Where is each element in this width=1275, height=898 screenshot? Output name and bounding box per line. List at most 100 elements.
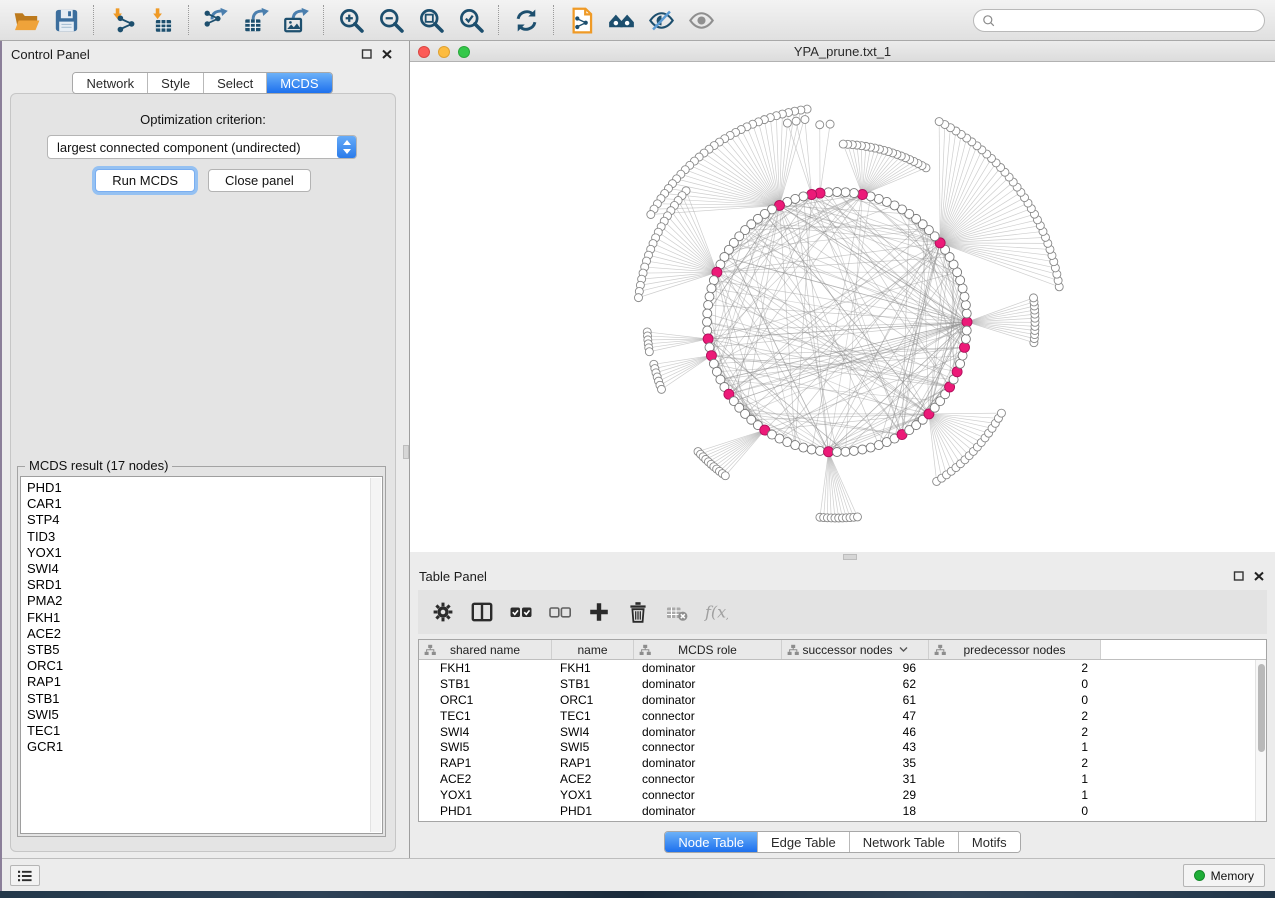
horizontal-splitter[interactable] [410, 552, 1275, 563]
table-row[interactable]: FKH1FKH1dominator962 [419, 660, 1266, 676]
mcds-result-item[interactable]: RAP1 [27, 674, 382, 690]
graph-node[interactable] [961, 334, 970, 343]
network-file-button[interactable] [566, 5, 596, 35]
zoom-fit-button[interactable] [416, 5, 446, 35]
mcds-result-item[interactable]: CAR1 [27, 496, 382, 512]
mcds-result-item[interactable]: SRD1 [27, 577, 382, 593]
criterion-select[interactable]: largest connected component (undirected) [47, 135, 357, 159]
export-image-button[interactable] [281, 5, 311, 35]
graph-node[interactable] [833, 448, 842, 457]
graph-hub-node[interactable] [703, 334, 713, 344]
column-layout-button[interactable] [469, 599, 495, 625]
table-row[interactable]: YOX1YOX1connector291 [419, 787, 1266, 803]
delete-row-button[interactable] [625, 599, 651, 625]
graph-node[interactable] [849, 189, 858, 198]
mcds-result-item[interactable]: YOX1 [27, 545, 382, 561]
graph-node[interactable] [791, 441, 800, 450]
graph-node[interactable] [799, 443, 808, 452]
mcds-result-item[interactable]: PHD1 [27, 480, 382, 496]
graph-node[interactable] [961, 301, 970, 310]
graph-leaf-node[interactable] [997, 409, 1005, 417]
search-network-button[interactable] [606, 5, 636, 35]
table-row[interactable]: TEC1TEC1connector472 [419, 708, 1266, 724]
mcds-result-item[interactable]: STB5 [27, 642, 382, 658]
search-text[interactable] [997, 14, 1264, 28]
column-header-MCDS-role[interactable]: MCDS role [634, 640, 782, 659]
graph-leaf-node[interactable] [645, 348, 653, 356]
column-header-name[interactable]: name [552, 640, 634, 659]
mcds-result-item[interactable]: STB1 [27, 691, 382, 707]
graph-leaf-node[interactable] [634, 294, 642, 302]
float-panel-icon[interactable] [361, 48, 373, 60]
mcds-result-item[interactable]: TID3 [27, 529, 382, 545]
graph-node[interactable] [956, 359, 965, 368]
mcds-result-item[interactable]: ORC1 [27, 658, 382, 674]
mcds-result-item[interactable]: SWI4 [27, 561, 382, 577]
graph-leaf-node[interactable] [792, 117, 800, 125]
select-all-rows-button[interactable] [508, 599, 534, 625]
graph-leaf-node[interactable] [816, 121, 824, 129]
column-header-shared-name[interactable]: shared name [419, 640, 552, 659]
graph-node[interactable] [704, 301, 713, 310]
memory-button[interactable]: Memory [1183, 864, 1265, 887]
mcds-result-item[interactable]: STP4 [27, 512, 382, 528]
add-row-button[interactable] [586, 599, 612, 625]
import-table-button[interactable] [146, 5, 176, 35]
graph-node[interactable] [705, 292, 714, 301]
tab-style[interactable]: Style [148, 73, 204, 93]
zoom-selected-button[interactable] [456, 5, 486, 35]
column-header-successor-nodes[interactable]: successor nodes [782, 640, 929, 659]
graph-hub-node[interactable] [807, 189, 817, 199]
import-network-button[interactable] [106, 5, 136, 35]
graph-node[interactable] [866, 443, 875, 452]
close-panel-icon[interactable] [1253, 570, 1265, 582]
graph-node[interactable] [958, 284, 967, 293]
graph-node[interactable] [709, 276, 718, 285]
task-history-button[interactable] [10, 865, 40, 886]
mcds-result-item[interactable]: GCR1 [27, 739, 382, 755]
graph-node[interactable] [962, 326, 971, 335]
network-titlebar[interactable]: YPA_prune.txt_1 [410, 41, 1275, 62]
graph-node[interactable] [703, 318, 712, 327]
table-scrollbar[interactable] [1255, 660, 1266, 821]
graph-node[interactable] [841, 188, 850, 197]
scrollbar-thumb[interactable] [1258, 664, 1265, 752]
graph-leaf-node[interactable] [647, 211, 655, 219]
column-header-predecessor-nodes[interactable]: predecessor nodes [929, 640, 1101, 659]
graph-leaf-node[interactable] [1030, 294, 1038, 302]
mcds-result-item[interactable]: SWI5 [27, 707, 382, 723]
graph-leaf-node[interactable] [801, 116, 809, 124]
table-row[interactable]: ACE2ACE2connector311 [419, 771, 1266, 787]
search-input[interactable] [973, 9, 1265, 32]
network-canvas[interactable] [410, 62, 1275, 552]
table-row[interactable]: STB1STB1dominator620 [419, 676, 1266, 692]
graph-node[interactable] [841, 447, 850, 456]
mcds-result-item[interactable]: TEC1 [27, 723, 382, 739]
graph-leaf-node[interactable] [853, 513, 861, 521]
graph-node[interactable] [849, 446, 858, 455]
open-file-button[interactable] [11, 5, 41, 35]
table-row[interactable]: SWI4SWI4dominator462 [419, 724, 1266, 740]
table-row[interactable]: PHD1PHD1dominator180 [419, 803, 1266, 819]
table-row[interactable]: RAP1RAP1dominator352 [419, 755, 1266, 771]
mcds-result-item[interactable]: FKH1 [27, 610, 382, 626]
zoom-out-button[interactable] [376, 5, 406, 35]
export-network-button[interactable] [201, 5, 231, 35]
graph-hub-node[interactable] [962, 317, 972, 327]
network-graph[interactable] [410, 62, 1275, 552]
tab-mcds[interactable]: MCDS [267, 73, 331, 93]
graph-leaf-node[interactable] [783, 119, 791, 127]
run-mcds-button[interactable]: Run MCDS [95, 169, 195, 192]
table-settings-button[interactable] [430, 599, 456, 625]
hide-details-button[interactable] [646, 5, 676, 35]
export-table-button[interactable] [241, 5, 271, 35]
zoom-in-button[interactable] [336, 5, 366, 35]
graph-node[interactable] [960, 292, 969, 301]
result-list-scrollbar[interactable] [370, 478, 381, 832]
close-panel-button[interactable]: Close panel [208, 169, 311, 192]
graph-node[interactable] [807, 445, 816, 454]
mcds-result-item[interactable]: PMA2 [27, 593, 382, 609]
graph-leaf-node[interactable] [657, 385, 665, 393]
graph-leaf-node[interactable] [826, 120, 834, 128]
mcds-result-item[interactable]: ACE2 [27, 626, 382, 642]
